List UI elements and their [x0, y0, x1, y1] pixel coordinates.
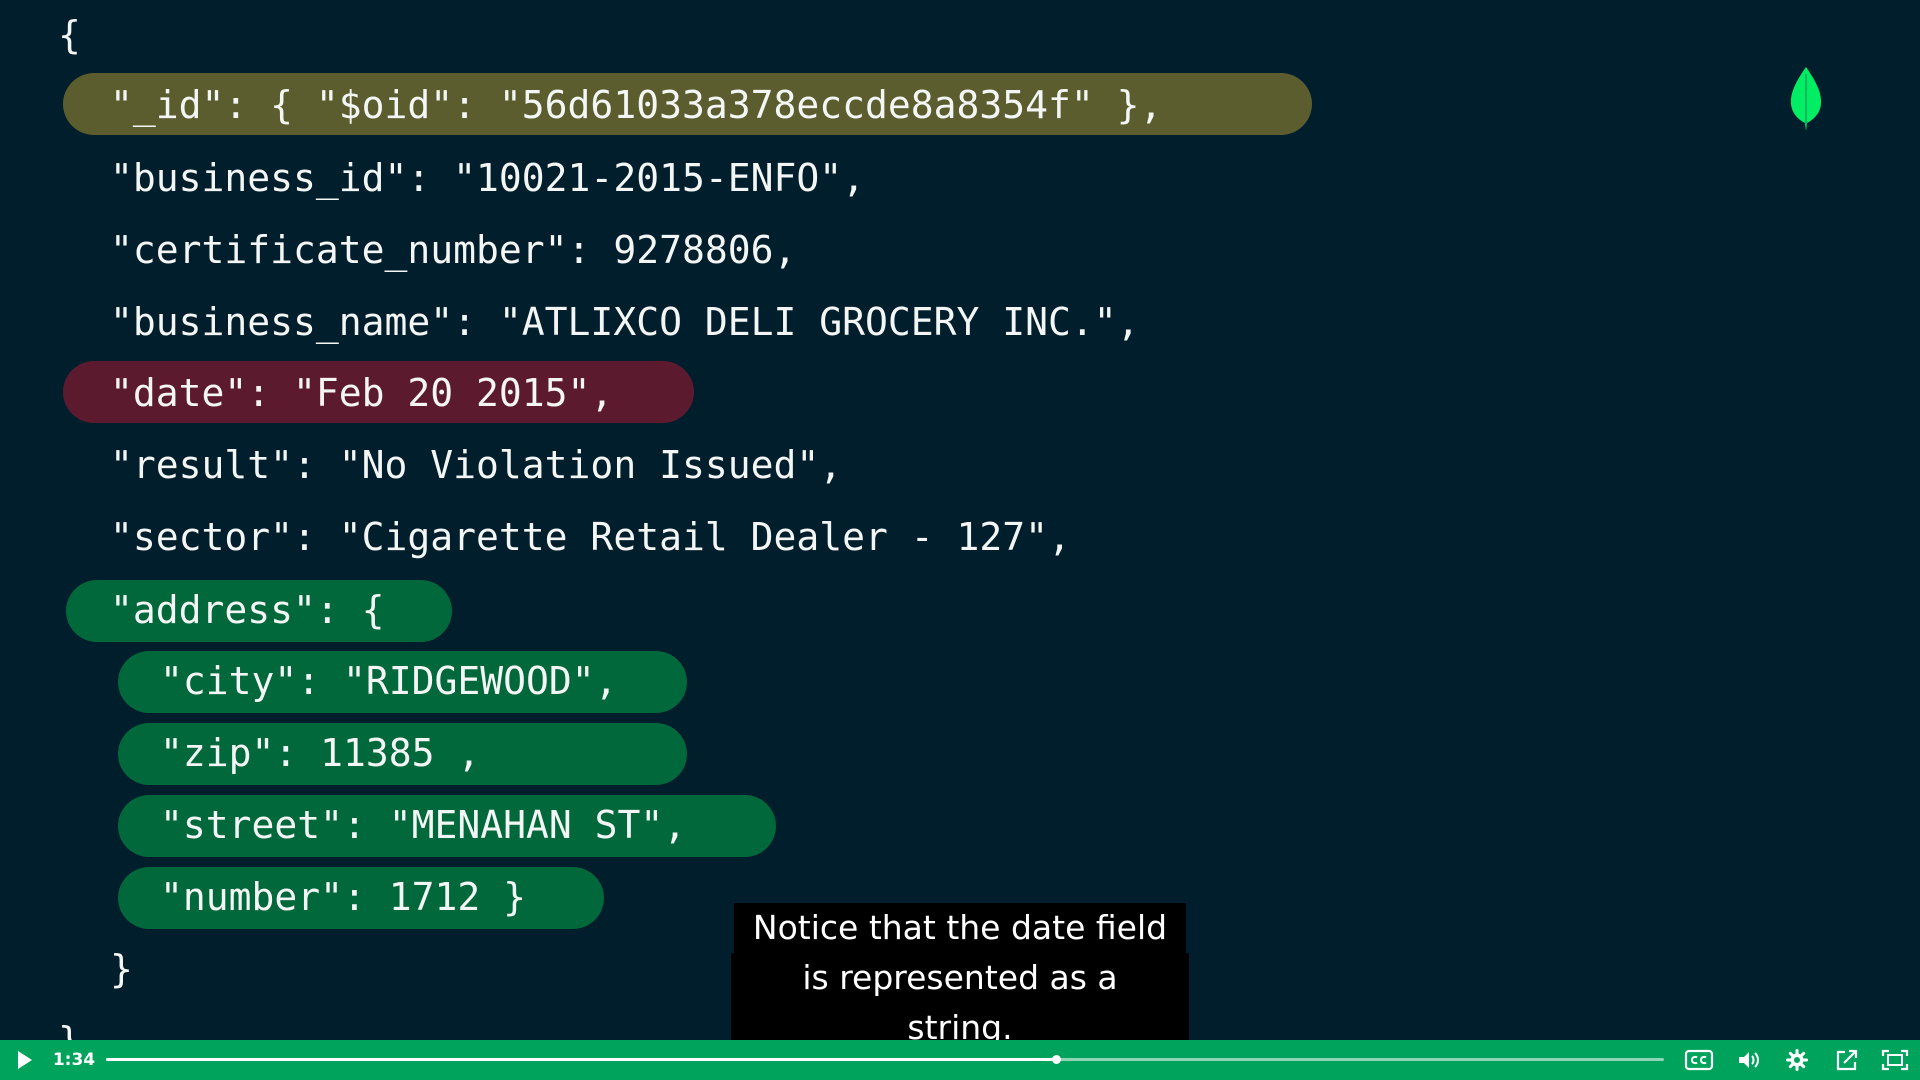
code-line-sector: "sector": "Cigarette Retail Dealer - 127… — [110, 515, 1071, 559]
code-line-open-brace: { — [58, 13, 81, 57]
code-line-result: "result": "No Violation Issued", — [110, 443, 843, 487]
settings-gear-icon — [1786, 1049, 1808, 1071]
subtitle-caption: Notice that the date field is represente… — [731, 903, 1189, 1040]
code-line-business-id: "business_id": "10021-2015-ENFO", — [110, 156, 865, 200]
code-line-address: "address": { — [110, 588, 385, 632]
settings-button[interactable] — [1778, 1040, 1816, 1080]
volume-icon — [1739, 1052, 1759, 1068]
code-line-certificate-number: "certificate_number": 9278806, — [110, 228, 797, 272]
share-icon — [1836, 1049, 1858, 1071]
current-time: 1:34 — [52, 1050, 96, 1070]
progress-bar[interactable] — [106, 1055, 1664, 1064]
share-button[interactable] — [1828, 1040, 1866, 1080]
caption-line-2: is represented as a string. — [731, 953, 1189, 1040]
closed-captions-button[interactable] — [1680, 1040, 1718, 1080]
volume-button[interactable] — [1730, 1040, 1768, 1080]
progress-handle[interactable] — [1052, 1055, 1062, 1064]
code-line-close-address: } — [110, 947, 133, 991]
code-line-street: "street": "MENAHAN ST", — [160, 803, 687, 847]
caption-line-1: Notice that the date field — [733, 903, 1187, 953]
video-frame: { "_id": { "$oid": "56d61033a378eccde8a8… — [0, 0, 1920, 1040]
video-player-controls: 1:34 — [0, 1040, 1920, 1080]
code-line-date: "date": "Feb 20 2015", — [110, 371, 614, 415]
play-button[interactable] — [8, 1040, 40, 1080]
fullscreen-icon — [1881, 1049, 1909, 1071]
progress-fill — [106, 1058, 1057, 1061]
code-line-business-name: "business_name": "ATLIXCO DELI GROCERY I… — [110, 300, 1140, 344]
code-line-city: "city": "RIDGEWOOD", — [160, 659, 618, 703]
code-line-close-document: } — [58, 1018, 81, 1040]
closed-captions-icon — [1684, 1049, 1714, 1071]
fullscreen-button[interactable] — [1876, 1040, 1914, 1080]
code-line-id: "_id": { "$oid": "56d61033a378eccde8a835… — [110, 83, 1163, 127]
mongodb-leaf-icon — [1790, 67, 1822, 131]
code-line-zip: "zip": 11385 , — [160, 731, 481, 775]
play-icon — [18, 1051, 32, 1069]
code-line-number: "number": 1712 } — [160, 875, 527, 919]
